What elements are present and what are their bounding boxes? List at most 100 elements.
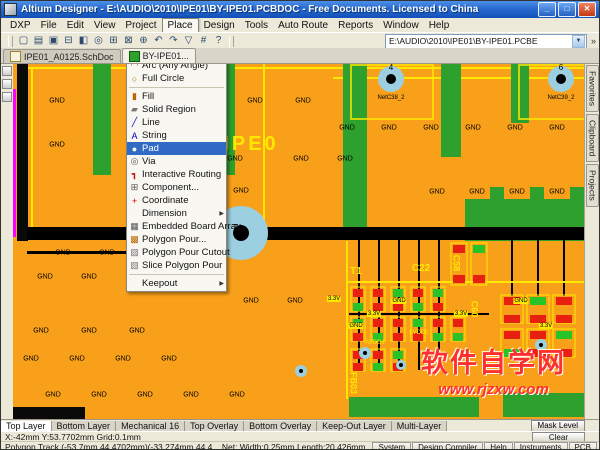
- embedded-board-array-icon: ▦: [130, 221, 139, 231]
- place-menu-item-interactive-routing[interactable]: ┓ Interactive Routing: [127, 168, 226, 181]
- pad-icon: ●: [131, 143, 138, 154]
- place-menu: ◜Arc (Center)◝Arc (Edge)◠Arc (Any Angle)…: [126, 31, 241, 292]
- panel-button-instruments[interactable]: Instruments: [513, 441, 568, 449]
- new-document-icon[interactable]: ▢: [16, 34, 31, 48]
- interactive-routing-icon: ┓: [131, 169, 138, 179]
- zoom-area-icon[interactable]: ⊞: [106, 34, 121, 48]
- print-preview-icon[interactable]: ◧: [76, 34, 91, 48]
- layer-tab-keep-out-layer[interactable]: Keep-Out Layer: [317, 420, 392, 432]
- place-menu-item-coordinate[interactable]: + Coordinate: [127, 194, 226, 207]
- menu-bar: DXP File Edit View Project Place Design Tools Au…: [1, 18, 599, 32]
- combo-dropdown-icon[interactable]: ▼: [571, 34, 585, 48]
- coordinate-icon: +: [131, 195, 138, 206]
- menubar-item-project[interactable]: Project: [120, 19, 161, 32]
- place-menu-item-component[interactable]: ⊞ Component...: [127, 181, 226, 194]
- toolbar-grip[interactable]: [8, 35, 13, 47]
- menu-item-label: Full Circle: [142, 73, 185, 84]
- solid-region-icon: ▰: [131, 104, 138, 114]
- layer-tab-mechanical-16[interactable]: Mechanical 16: [116, 420, 186, 432]
- menubar-item-edit[interactable]: Edit: [62, 19, 89, 32]
- menubar-item-reports[interactable]: Reports: [333, 19, 378, 32]
- menubar-item-dxp[interactable]: DXP: [5, 19, 36, 32]
- place-menu-item-keepout[interactable]: Keepout ▶: [127, 277, 226, 290]
- filter-icon[interactable]: ▽: [181, 34, 196, 48]
- doc-tab-by-ipe01[interactable]: BY-IPE01...: [121, 48, 196, 63]
- undo-icon[interactable]: ↶: [151, 34, 166, 48]
- menu-item-label: Component...: [142, 182, 200, 193]
- line-icon: ╱: [131, 117, 138, 127]
- cross-probe-icon[interactable]: ⊕: [136, 34, 151, 48]
- save-icon[interactable]: ▣: [46, 34, 61, 48]
- place-menu-item-solid-region[interactable]: ▰ Solid Region: [127, 103, 226, 116]
- place-menu-item-slice-polygon-pour[interactable]: ▧ Slice Polygon Pour: [127, 259, 226, 272]
- doc-tab-label: BY-IPE01...: [142, 51, 189, 61]
- full-circle-icon: ○: [131, 73, 138, 84]
- panel-tab-favorites[interactable]: Favorites: [585, 65, 599, 112]
- menu-item-label: Interactive Routing: [142, 169, 222, 180]
- left-tool-button-3[interactable]: [2, 92, 12, 102]
- layer-tab-top-overlay[interactable]: Top Overlay: [185, 420, 245, 432]
- layer-tab-bottom-overlay[interactable]: Bottom Overlay: [244, 420, 318, 432]
- pcb-canvas[interactable]: [13, 63, 587, 419]
- menu-item-label: Polygon Pour Cutout: [142, 247, 230, 258]
- place-menu-item-dimension[interactable]: Dimension ▶: [127, 207, 226, 220]
- menubar-item-tools[interactable]: Tools: [240, 19, 273, 32]
- menubar-item-file[interactable]: File: [36, 19, 62, 32]
- pcb-doc-icon: [128, 50, 140, 62]
- help-icon[interactable]: ?: [211, 34, 226, 48]
- place-menu-item-polygon-pour-cutout[interactable]: ▨ Polygon Pour Cutout: [127, 246, 229, 259]
- fill-icon: ▮: [132, 91, 137, 101]
- panel-button-help[interactable]: Help: [484, 441, 513, 449]
- open-document-icon[interactable]: ▤: [31, 34, 46, 48]
- left-tool-button-1[interactable]: [2, 66, 12, 76]
- panel-button-pcb[interactable]: PCB: [568, 441, 597, 449]
- sch-doc-icon: [10, 51, 21, 62]
- menubar-item-auto-route[interactable]: Auto Route: [273, 19, 333, 32]
- maximize-button[interactable]: □: [558, 2, 576, 17]
- component-icon: ⊞: [130, 182, 139, 192]
- print-icon[interactable]: ⊟: [61, 34, 76, 48]
- place-menu-item-string[interactable]: A String: [127, 129, 226, 142]
- close-button[interactable]: ✕: [578, 2, 596, 17]
- panel-tab-projects[interactable]: Projects: [585, 164, 599, 208]
- place-menu-item-pad[interactable]: ● Pad: [127, 142, 226, 155]
- layer-tab-bottom-layer[interactable]: Bottom Layer: [51, 420, 117, 432]
- minimize-button[interactable]: _: [538, 2, 556, 17]
- menu-separator: [129, 87, 224, 88]
- menubar-item-help[interactable]: Help: [424, 19, 455, 32]
- place-menu-item-fill[interactable]: ▮ Fill: [127, 90, 226, 103]
- menu-item-label: Polygon Pour...: [142, 234, 207, 245]
- layer-tab-multi-layer[interactable]: Multi-Layer: [391, 420, 448, 432]
- menubar-item-design[interactable]: Design: [199, 19, 240, 32]
- slice-polygon-pour-icon: ▧: [130, 260, 139, 270]
- submenu-arrow-icon: ▶: [219, 281, 224, 287]
- left-tool-button-2[interactable]: [2, 79, 12, 89]
- zoom-selection-icon[interactable]: ⊠: [121, 34, 136, 48]
- place-menu-item-line[interactable]: ╱ Line: [127, 116, 226, 129]
- place-menu-item-full-circle[interactable]: ○ Full Circle: [127, 72, 226, 85]
- menubar-item-place[interactable]: Place: [161, 18, 199, 32]
- menu-item-label: Slice Polygon Pour: [142, 260, 223, 271]
- menubar-item-view[interactable]: View: [89, 19, 121, 32]
- toolbar-overflow-button[interactable]: »: [591, 36, 596, 46]
- menu-item-label: String: [142, 130, 167, 141]
- document-path-combo[interactable]: E:\AUDIO\2010\IPE01\BY-IPE01.PCBE ▼: [384, 33, 587, 49]
- place-menu-item-embedded-board-array[interactable]: ▦ Embedded Board Array: [127, 220, 241, 233]
- redo-icon[interactable]: ↷: [166, 34, 181, 48]
- menu-item-label: Coordinate: [142, 195, 189, 206]
- zoom-fit-icon[interactable]: ◎: [91, 34, 106, 48]
- layer-tab-top-layer[interactable]: Top Layer: [1, 420, 52, 432]
- panel-button-design-compiler[interactable]: Design Compiler: [412, 441, 484, 449]
- panel-button-system[interactable]: System: [372, 441, 412, 449]
- place-menu-item-via[interactable]: ◎ Via: [127, 155, 226, 168]
- toolbar-grip2[interactable]: [229, 35, 234, 47]
- doc-tab-label: IPE01_A0125.SchDoc: [24, 51, 114, 62]
- snap-grid-icon[interactable]: #: [196, 34, 211, 48]
- doc-tab-ipe01-a0125-schdoc[interactable]: IPE01_A0125.SchDoc: [3, 49, 121, 63]
- menu-separator: [129, 274, 224, 275]
- menubar-item-window[interactable]: Window: [378, 19, 424, 32]
- panel-tab-clipboard[interactable]: Clipboard: [585, 113, 599, 163]
- place-menu-item-polygon-pour[interactable]: ▩ Polygon Pour...: [127, 233, 226, 246]
- document-tabs: IPE01_A0125.SchDoc BY-IPE01...: [1, 48, 599, 64]
- document-path-value: E:\AUDIO\2010\IPE01\BY-IPE01.PCBE: [388, 36, 538, 46]
